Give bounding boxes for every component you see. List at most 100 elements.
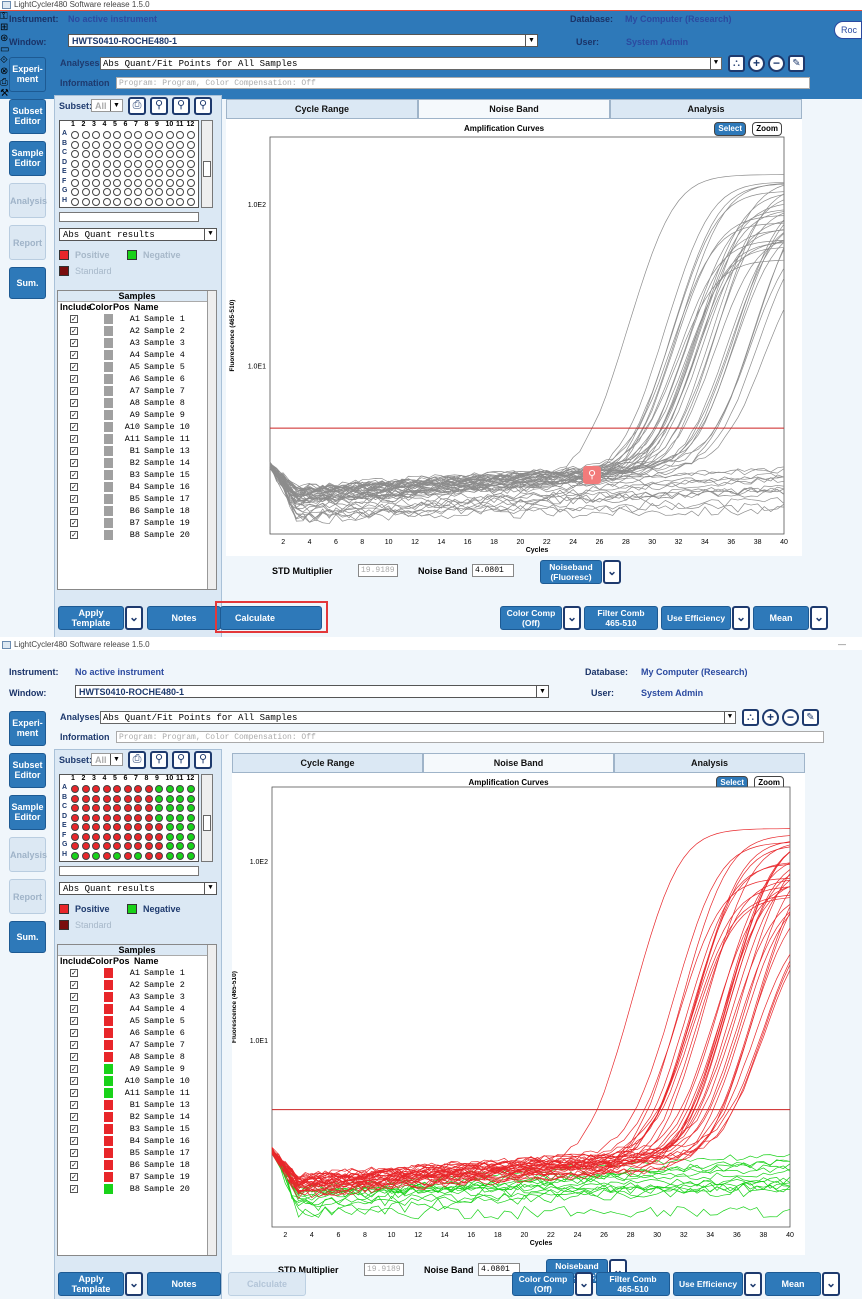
plate-well[interactable]: [176, 794, 184, 803]
plate-well[interactable]: [165, 140, 174, 149]
mean-button[interactable]: Mean: [765, 1272, 821, 1296]
zoom-in-icon[interactable]: ⚲: [150, 97, 168, 115]
plate-well[interactable]: [81, 794, 90, 803]
table-row[interactable]: ✓ A11 Sample 11: [58, 433, 216, 445]
plate-well[interactable]: [186, 169, 195, 177]
include-checkbox[interactable]: ✓: [70, 447, 78, 455]
include-checkbox[interactable]: ✓: [70, 1113, 78, 1121]
plate-well[interactable]: [113, 188, 121, 196]
plate-well[interactable]: [123, 159, 132, 168]
plate-well[interactable]: [113, 140, 121, 149]
plate-well[interactable]: [92, 804, 100, 812]
plate-well[interactable]: [134, 169, 142, 177]
table-row[interactable]: ✓ A10 Sample 10: [58, 1075, 216, 1087]
table-row[interactable]: ✓ B4 Sample 16: [58, 481, 216, 493]
plate-well[interactable]: [123, 197, 132, 206]
plate-well[interactable]: [165, 813, 174, 822]
plate-well[interactable]: [71, 150, 79, 158]
plate-well[interactable]: [123, 140, 132, 149]
calculate-button[interactable]: Calculate: [228, 1272, 306, 1296]
include-checkbox[interactable]: ✓: [70, 411, 78, 419]
nav-subset-editor-button[interactable]: Subset Editor: [9, 99, 46, 134]
column-header[interactable]: Name: [134, 956, 159, 967]
plate-well[interactable]: [134, 832, 142, 841]
plate-well[interactable]: [113, 131, 121, 139]
nav-analysis-button[interactable]: Analysis: [9, 837, 47, 872]
zoom-fit-icon[interactable]: ⚲: [172, 751, 190, 769]
plate-well[interactable]: [71, 140, 79, 149]
plate-well[interactable]: [176, 832, 184, 841]
plate-well[interactable]: [144, 823, 153, 831]
table-scrollbar[interactable]: [207, 945, 216, 1255]
plate-well[interactable]: [165, 851, 174, 860]
plate-well[interactable]: [81, 178, 90, 187]
include-checkbox[interactable]: ✓: [70, 1077, 78, 1085]
plate-well[interactable]: [113, 823, 121, 831]
plate-well[interactable]: [102, 794, 111, 803]
plate-well[interactable]: [186, 804, 195, 812]
plate-well[interactable]: [113, 785, 121, 793]
table-row[interactable]: ✓ A7 Sample 7: [58, 1039, 216, 1051]
plate-well[interactable]: [144, 804, 153, 812]
plate-well[interactable]: [155, 131, 163, 139]
plate-well[interactable]: [155, 794, 163, 803]
nav-subset-editor-button[interactable]: Subset Editor: [9, 753, 46, 788]
column-header[interactable]: Include: [60, 956, 92, 967]
include-checkbox[interactable]: ✓: [70, 495, 78, 503]
plate-well[interactable]: [155, 178, 163, 187]
plate-well[interactable]: [155, 140, 163, 149]
include-checkbox[interactable]: ✓: [70, 423, 78, 431]
nav-sample-editor-button[interactable]: Sample Editor: [9, 795, 46, 830]
table-row[interactable]: ✓ A4 Sample 4: [58, 1003, 216, 1015]
plate-well[interactable]: [176, 140, 184, 149]
include-checkbox[interactable]: ✓: [70, 435, 78, 443]
tree-icon[interactable]: ⛬: [728, 55, 745, 72]
analyses-input[interactable]: Abs Quant/Fit Points for All Samples ▼: [100, 711, 736, 724]
plate-well[interactable]: [134, 851, 142, 860]
table-row[interactable]: ✓ A4 Sample 4: [58, 349, 216, 361]
plate-well[interactable]: [81, 188, 90, 196]
plate-well[interactable]: [134, 785, 142, 793]
plate-well[interactable]: [144, 785, 153, 793]
include-checkbox[interactable]: ✓: [70, 1005, 78, 1013]
filter-comb-button[interactable]: Filter Comb 465-510: [584, 606, 658, 630]
table-row[interactable]: ✓ B3 Sample 15: [58, 1123, 216, 1135]
plate-well[interactable]: [71, 794, 79, 803]
plate-well[interactable]: [144, 169, 153, 177]
add-icon[interactable]: +: [762, 709, 779, 726]
plate-well[interactable]: [186, 178, 195, 187]
plate-well[interactable]: [144, 150, 153, 158]
results-select[interactable]: Abs Quant results ▼: [59, 228, 217, 241]
plate-well[interactable]: [165, 159, 174, 168]
plate-well[interactable]: [144, 159, 153, 168]
plate-well[interactable]: [81, 785, 90, 793]
include-checkbox[interactable]: ✓: [70, 531, 78, 539]
plate-well[interactable]: [102, 823, 111, 831]
nav-summary-button[interactable]: Sum.: [9, 921, 46, 953]
plate-well[interactable]: [123, 131, 132, 139]
plate-well[interactable]: [113, 178, 121, 187]
plate-well[interactable]: [81, 842, 90, 850]
tab-cycle-range[interactable]: Cycle Range: [232, 753, 423, 773]
include-checkbox[interactable]: ✓: [70, 1029, 78, 1037]
plate-well[interactable]: [176, 188, 184, 196]
plate-well[interactable]: [113, 159, 121, 168]
plate-well[interactable]: [155, 150, 163, 158]
window-select[interactable]: HWTS0410-ROCHE480-1 ▼: [75, 685, 549, 698]
chevron-down-icon[interactable]: ⌄: [125, 606, 143, 630]
plate-well[interactable]: [113, 842, 121, 850]
plate-well[interactable]: [92, 150, 100, 158]
plate-well[interactable]: [186, 813, 195, 822]
plate-well[interactable]: [81, 832, 90, 841]
plate-well[interactable]: [165, 197, 174, 206]
plate-well[interactable]: [176, 197, 184, 206]
plate-well[interactable]: [123, 832, 132, 841]
table-row[interactable]: ✓ A3 Sample 3: [58, 337, 216, 349]
include-checkbox[interactable]: ✓: [70, 1101, 78, 1109]
table-row[interactable]: ✓ B7 Sample 19: [58, 1171, 216, 1183]
plate-well[interactable]: [186, 159, 195, 168]
plate-well[interactable]: [134, 178, 142, 187]
plate-well[interactable]: [176, 169, 184, 177]
table-scrollbar[interactable]: [207, 291, 216, 589]
plate-well[interactable]: [134, 188, 142, 196]
